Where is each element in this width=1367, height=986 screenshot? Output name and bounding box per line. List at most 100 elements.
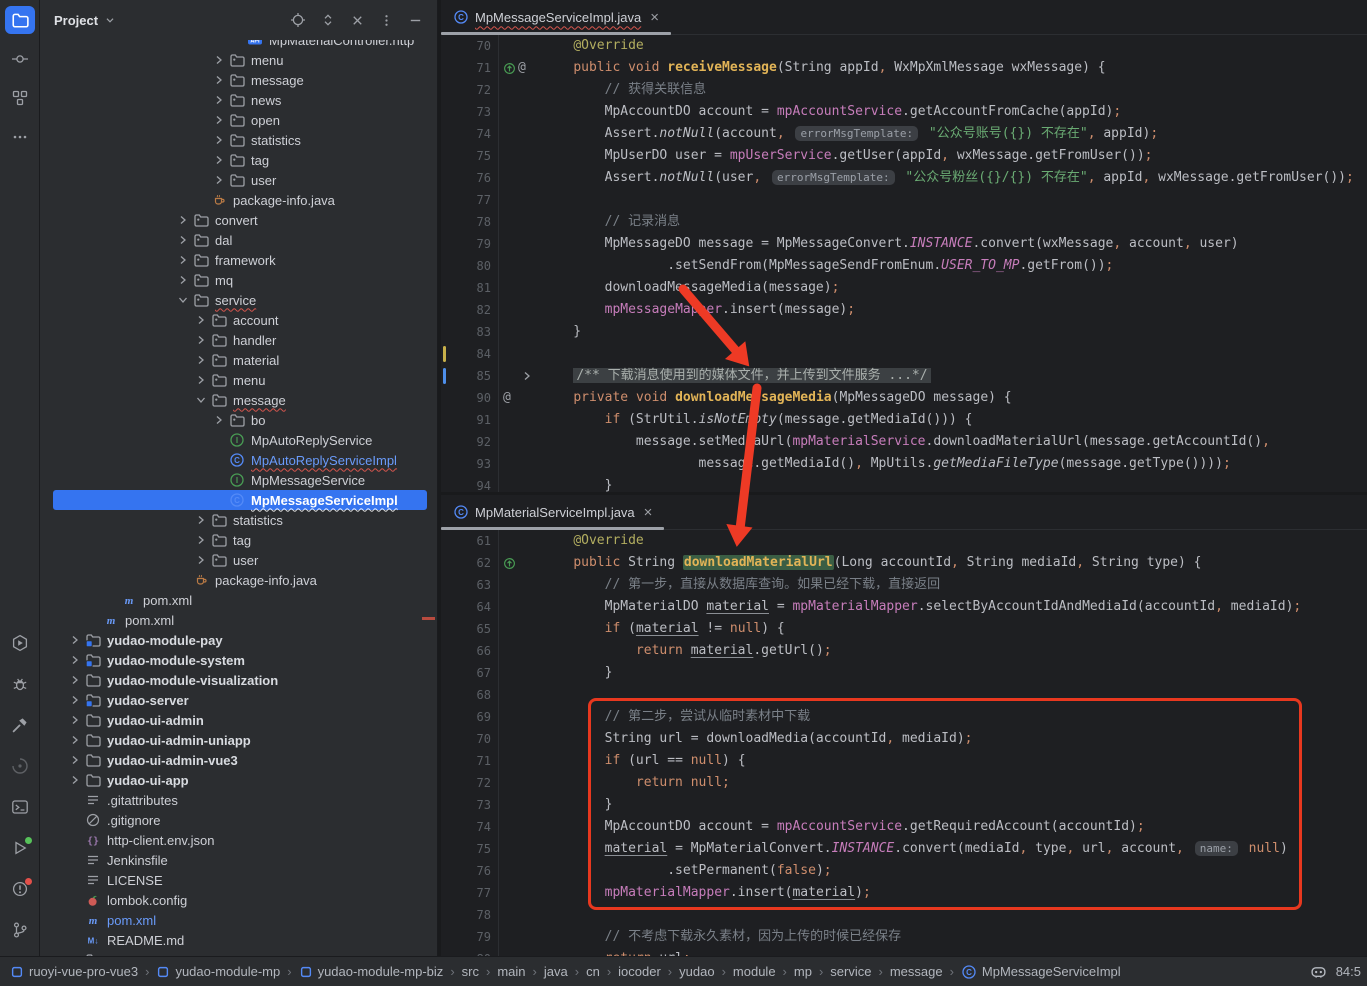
tree-item-mpautoreplyserviceimpl[interactable]: CMpAutoReplyServiceImpl <box>40 450 437 470</box>
code-line-75[interactable]: 75 MpUserDO user = mpUserService.getUser… <box>441 145 1367 167</box>
code-line-70[interactable]: 70 @Override <box>441 35 1367 57</box>
tree-item-convert[interactable]: convert <box>40 210 437 230</box>
code-line-79[interactable]: 79 MpMessageDO message = MpMessageConver… <box>441 233 1367 255</box>
code-line-76[interactable]: 76 .setPermanent(false); <box>441 860 1367 882</box>
chevron-right-icon[interactable] <box>174 232 192 248</box>
hammer-icon[interactable] <box>5 711 35 739</box>
code-line-74[interactable]: 74 Assert.notNull(account, errorMsgTempl… <box>441 123 1367 145</box>
chevron-right-icon[interactable] <box>210 72 228 88</box>
structure-icon[interactable] <box>5 84 35 112</box>
code-line-81[interactable]: 81 downloadMessageMedia(message); <box>441 277 1367 299</box>
breadcrumb-iocoder[interactable]: iocoder <box>618 964 661 979</box>
code-line-90[interactable]: 90@ private void downloadMessageMedia(Mp… <box>441 387 1367 409</box>
chevron-down-icon[interactable] <box>103 13 117 27</box>
breadcrumb-yudao[interactable]: yudao <box>679 964 714 979</box>
code-line-61[interactable]: 61 @Override <box>441 530 1367 552</box>
tree-item-gitattributes[interactable]: .gitattributes <box>40 790 437 810</box>
code-line-77[interactable]: 77 mpMaterialMapper.insert(material); <box>441 882 1367 904</box>
tree-item-lombok-config[interactable]: lombok.config <box>40 890 437 910</box>
breadcrumb-main[interactable]: main <box>497 964 525 979</box>
tree-item-gitignore[interactable]: .gitignore <box>40 810 437 830</box>
chevron-right-icon[interactable] <box>66 632 84 648</box>
code-line-63[interactable]: 63 // 第一步，直接从数据库查询。如果已经下载，直接返回 <box>441 574 1367 596</box>
project-folder-icon[interactable] <box>5 6 35 34</box>
tree-item-pom-xml[interactable]: mpom.xml <box>40 910 437 930</box>
tree-item-service[interactable]: service <box>40 290 437 310</box>
tree-item-user[interactable]: user <box>40 550 437 570</box>
tree-item-pom-xml[interactable]: mpom.xml <box>40 590 437 610</box>
tree-item-mpautoreplyservice[interactable]: IMpAutoReplyService <box>40 430 437 450</box>
code-line-71[interactable]: 71 if (url == null) { <box>441 750 1367 772</box>
chevron-right-icon[interactable] <box>192 332 210 348</box>
tree-item-material[interactable]: material <box>40 350 437 370</box>
tree-item-pom-xml[interactable]: mpom.xml <box>40 610 437 630</box>
overriding-method-icon[interactable] <box>503 62 516 75</box>
tree-item-dal[interactable]: dal <box>40 230 437 250</box>
tree-item-http-client-env-json[interactable]: {}http-client.env.json <box>40 830 437 850</box>
chevron-right-icon[interactable] <box>192 372 210 388</box>
tree-item-readme-md[interactable]: M↓README.md <box>40 930 437 950</box>
code-line-79[interactable]: 79 // 不考虑下载永久素材，因为上传的时候已经保存 <box>441 926 1367 948</box>
tree-item-statistics[interactable]: statistics <box>40 130 437 150</box>
tree-item-yudao-module-pay[interactable]: yudao-module-pay <box>40 630 437 650</box>
code-line-76[interactable]: 76 Assert.notNull(user, errorMsgTemplate… <box>441 167 1367 189</box>
breadcrumb-service[interactable]: service <box>830 964 871 979</box>
close-icon[interactable]: × <box>650 10 659 25</box>
tab-mpmaterialserviceimpl-java[interactable]: C MpMaterialServiceImpl.java × <box>441 495 664 529</box>
tree-item-framework[interactable]: framework <box>40 250 437 270</box>
chevron-right-icon[interactable] <box>192 532 210 548</box>
code-line-65[interactable]: 65 if (material != null) { <box>441 618 1367 640</box>
chevron-right-icon[interactable] <box>210 52 228 68</box>
code-line-71[interactable]: 71@ public void receiveMessage(String ap… <box>441 57 1367 79</box>
code-line-66[interactable]: 66 return material.getUrl(); <box>441 640 1367 662</box>
more-dots-icon[interactable] <box>5 123 35 151</box>
panel-title[interactable]: Project <box>54 13 98 28</box>
code-line-93[interactable]: 93 message.getMediaId(), MpUtils.getMedi… <box>441 453 1367 475</box>
tree-item-mq[interactable]: mq <box>40 270 437 290</box>
tree-item-tag[interactable]: tag <box>40 150 437 170</box>
tree-item-news[interactable]: news <box>40 90 437 110</box>
code-line-91[interactable]: 91 if (StrUtil.isNotEmpty(message.getMed… <box>441 409 1367 431</box>
tree-item-handler[interactable]: handler <box>40 330 437 350</box>
tree-item-bo[interactable]: bo <box>40 410 437 430</box>
copilot-icon[interactable] <box>1310 963 1327 980</box>
tree-item-license[interactable]: LICENSE <box>40 870 437 890</box>
tree-item-package-info-java[interactable]: package-info.java <box>40 570 437 590</box>
fold-arrow-icon[interactable] <box>519 368 535 384</box>
code-line-83[interactable]: 83 } <box>441 321 1367 343</box>
tree-item-yudao-server[interactable]: yudao-server <box>40 690 437 710</box>
debug-bug-icon[interactable] <box>5 670 35 698</box>
tree-item-menu[interactable]: menu <box>40 370 437 390</box>
code-line-75[interactable]: 75 material = MpMaterialConvert.INSTANCE… <box>441 838 1367 860</box>
chevron-right-icon[interactable] <box>66 752 84 768</box>
hide-icon[interactable] <box>408 13 423 28</box>
chevron-right-icon[interactable] <box>210 172 228 188</box>
tree-item-yudao-module-system[interactable]: yudao-module-system <box>40 650 437 670</box>
git-branch-icon[interactable] <box>5 916 35 944</box>
code-line-68[interactable]: 68 <box>441 684 1367 706</box>
tree-item-account[interactable]: account <box>40 310 437 330</box>
breadcrumb-yudao-module-mp-biz[interactable]: yudao-module-mp-biz <box>299 964 444 979</box>
breadcrumb-mpmessageserviceimpl[interactable]: CMpMessageServiceImpl <box>961 964 1121 980</box>
tree-item-message[interactable]: message <box>40 390 437 410</box>
code-line-77[interactable]: 77 <box>441 189 1367 211</box>
tree-item-menu[interactable]: menu <box>40 50 437 70</box>
chevron-down-icon[interactable] <box>174 292 192 308</box>
tree-item-yudao-ui-admin-uniapp[interactable]: yudao-ui-admin-uniapp <box>40 730 437 750</box>
tree-item-item[interactable] <box>40 950 437 956</box>
close-icon[interactable] <box>350 13 365 28</box>
run-hexagon-icon[interactable] <box>5 629 35 657</box>
commit-icon[interactable] <box>5 45 35 73</box>
close-icon[interactable]: × <box>644 505 653 520</box>
chevron-right-icon[interactable] <box>210 92 228 108</box>
code-line-69[interactable]: 69 // 第二步，尝试从临时素材中下载 <box>441 706 1367 728</box>
code-line-94[interactable]: 94 } <box>441 475 1367 492</box>
chevron-right-icon[interactable] <box>174 252 192 268</box>
problems-icon[interactable] <box>5 875 35 903</box>
tree-item-mpmessageserviceimpl[interactable]: CMpMessageServiceImpl <box>40 490 437 510</box>
code-line-74[interactable]: 74 MpAccountDO account = mpAccountServic… <box>441 816 1367 838</box>
chevron-right-icon[interactable] <box>66 712 84 728</box>
chevron-right-icon[interactable] <box>210 112 228 128</box>
chevron-right-icon[interactable] <box>210 412 228 428</box>
chevron-right-icon[interactable] <box>174 272 192 288</box>
